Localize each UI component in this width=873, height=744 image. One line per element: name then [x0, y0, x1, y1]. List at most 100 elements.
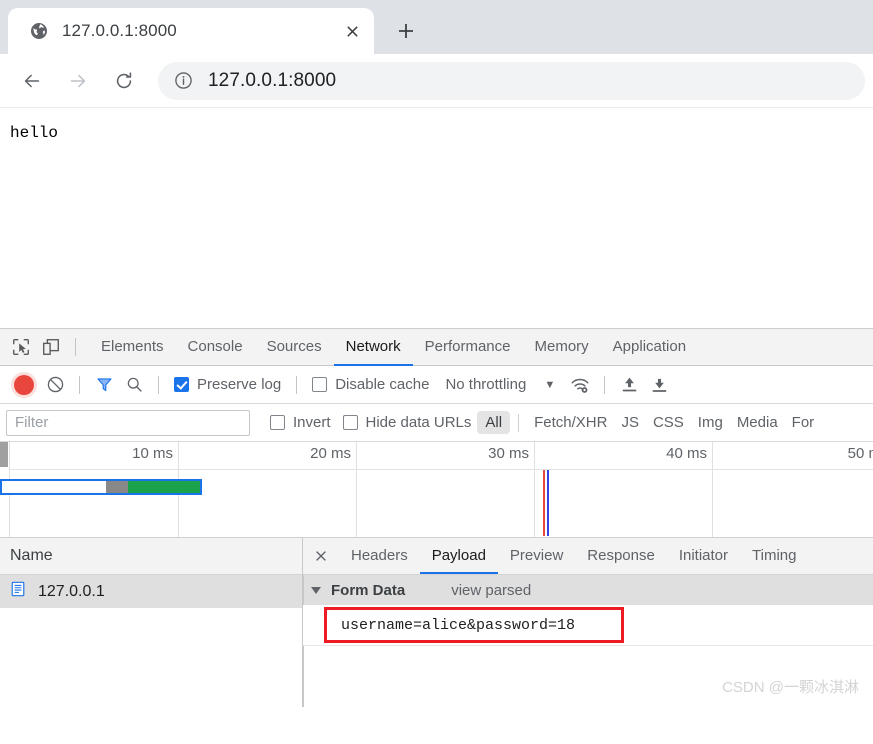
navigation-bar: 127.0.0.1:8000: [0, 54, 873, 108]
info-circle-icon[interactable]: [174, 71, 194, 91]
devtools-toolbar: Elements Console Sources Network Perform…: [0, 329, 873, 366]
form-data-title: Form Data: [331, 581, 406, 599]
ruler-tick-label: 10 ms: [132, 445, 173, 462]
throttling-select[interactable]: No throttling ▼: [445, 376, 555, 393]
record-stop-icon[interactable]: [14, 374, 34, 395]
reload-icon[interactable]: [106, 63, 142, 99]
tab-headers[interactable]: Headers: [339, 538, 420, 574]
tab-console[interactable]: Console: [176, 329, 255, 366]
tab-timing[interactable]: Timing: [740, 538, 808, 574]
hide-data-urls-checkbox[interactable]: Hide data URLs: [342, 414, 472, 431]
tab-sources[interactable]: Sources: [255, 329, 334, 366]
funnel-icon[interactable]: [89, 372, 119, 398]
checkbox-box[interactable]: [342, 415, 358, 430]
throttling-value: No throttling: [445, 376, 527, 393]
type-filter-media[interactable]: Media: [730, 411, 785, 434]
requests-list-panel: Name 127.0.0.1: [0, 538, 303, 707]
tab-preview[interactable]: Preview: [498, 538, 575, 574]
segment-stalled: [106, 481, 128, 493]
download-arrow-icon[interactable]: [644, 372, 674, 398]
controls-divider-4: [604, 375, 606, 394]
payload-highlight-box: username=alice&password=18: [324, 607, 624, 643]
dom-content-loaded-line: [543, 470, 545, 536]
type-filter-img[interactable]: Img: [691, 411, 730, 434]
request-name: 127.0.0.1: [38, 582, 105, 600]
close-icon[interactable]: [303, 538, 339, 574]
page-viewport: hello: [0, 108, 873, 328]
checkbox-box[interactable]: [312, 377, 328, 392]
controls-divider-2: [158, 375, 159, 394]
inspect-cursor-icon[interactable]: [6, 333, 36, 361]
tab-application[interactable]: Application: [601, 329, 698, 366]
type-filter-font[interactable]: For: [785, 411, 822, 434]
toolbar-divider: [75, 338, 76, 356]
filter-input[interactable]: [6, 409, 250, 436]
type-filter-css[interactable]: CSS: [646, 411, 691, 434]
preserve-log-checkbox[interactable]: Preserve log: [174, 376, 281, 393]
back-icon[interactable]: [14, 63, 50, 99]
controls-divider-1: [79, 375, 80, 394]
tab-payload[interactable]: Payload: [419, 538, 498, 574]
type-filter-fetch-xhr[interactable]: Fetch/XHR: [527, 411, 614, 434]
tab-title: 127.0.0.1:8000: [62, 21, 177, 40]
new-tab-button[interactable]: [388, 13, 424, 49]
ruler-tick-label: 50 m: [847, 445, 873, 462]
ruler-tick-label: 20 ms: [310, 445, 351, 462]
tab-elements[interactable]: Elements: [89, 329, 176, 366]
chevron-down-icon[interactable]: ▼: [544, 379, 555, 391]
network-filter-bar: Invert Hide data URLs All Fetch/XHR JS C…: [0, 404, 873, 442]
document-icon: [10, 581, 26, 602]
wifi-gear-icon[interactable]: [565, 372, 595, 398]
overview-ruler: 10 ms 20 ms 30 ms 40 ms 50 m: [0, 442, 873, 470]
close-icon[interactable]: [340, 19, 364, 43]
type-divider: [518, 413, 520, 432]
chevron-down-icon[interactable]: [311, 586, 321, 594]
hide-data-urls-label: Hide data URLs: [365, 414, 472, 431]
controls-divider-3: [296, 375, 298, 394]
preserve-log-label: Preserve log: [197, 376, 282, 393]
disable-cache-label: Disable cache: [335, 376, 430, 393]
network-controls-bar: Preserve log Disable cache No throttling…: [0, 366, 873, 404]
table-row[interactable]: 127.0.0.1: [0, 575, 302, 608]
segment-queueing: [2, 481, 107, 493]
forward-icon[interactable]: [60, 63, 96, 99]
devtools-tab-list: Elements Console Sources Network Perform…: [89, 329, 698, 366]
request-timing-bar[interactable]: [0, 479, 202, 495]
network-bottom-split: Name 127.0.0.1 Headers Payload Preview R…: [0, 538, 873, 707]
address-bar[interactable]: 127.0.0.1:8000: [158, 61, 865, 100]
upload-arrow-icon[interactable]: [614, 372, 644, 398]
type-filter-js[interactable]: JS: [614, 411, 646, 434]
form-data-row: username=alice&password=18: [303, 605, 873, 646]
tab-strip: 127.0.0.1:8000: [0, 0, 873, 54]
checkbox-box[interactable]: [270, 415, 285, 430]
browser-window: 127.0.0.1:8000 127.0.0.1:8000 hello Elem…: [0, 0, 873, 744]
address-bar-url: 127.0.0.1:8000: [208, 69, 337, 91]
checkbox-box[interactable]: [174, 377, 189, 392]
globe-icon: [30, 22, 48, 40]
device-toolbar-icon[interactable]: [36, 333, 66, 361]
type-filter-all[interactable]: All: [477, 411, 511, 434]
disable-cache-checkbox[interactable]: Disable cache: [312, 376, 429, 393]
requests-column-header[interactable]: Name: [0, 538, 302, 575]
search-icon[interactable]: [119, 372, 149, 398]
tab-memory[interactable]: Memory: [523, 329, 601, 366]
overview-scroll-nub[interactable]: [0, 442, 8, 467]
detail-tab-list: Headers Payload Preview Response Initiat…: [303, 538, 873, 575]
tab-performance[interactable]: Performance: [413, 329, 523, 366]
tab-response[interactable]: Response: [575, 538, 667, 574]
tab-initiator[interactable]: Initiator: [667, 538, 740, 574]
page-body-text: hello: [10, 124, 59, 142]
devtools-panel: Elements Console Sources Network Perform…: [0, 328, 873, 707]
watermark: CSDN @一颗冰淇淋: [722, 679, 859, 696]
load-event-line: [547, 470, 549, 536]
view-parsed-link[interactable]: view parsed: [451, 582, 531, 599]
clear-no-entry-icon[interactable]: [40, 372, 70, 398]
invert-checkbox[interactable]: Invert: [270, 414, 331, 431]
tab-network[interactable]: Network: [333, 329, 413, 366]
form-data-raw-value: username=alice&password=18: [341, 616, 576, 634]
network-overview[interactable]: 10 ms 20 ms 30 ms 40 ms 50 m: [0, 442, 873, 538]
invert-label: Invert: [293, 414, 331, 431]
browser-tab[interactable]: 127.0.0.1:8000: [8, 8, 374, 54]
form-data-section-header[interactable]: Form Data view parsed: [303, 575, 873, 605]
request-detail-panel: Headers Payload Preview Response Initiat…: [303, 538, 873, 707]
